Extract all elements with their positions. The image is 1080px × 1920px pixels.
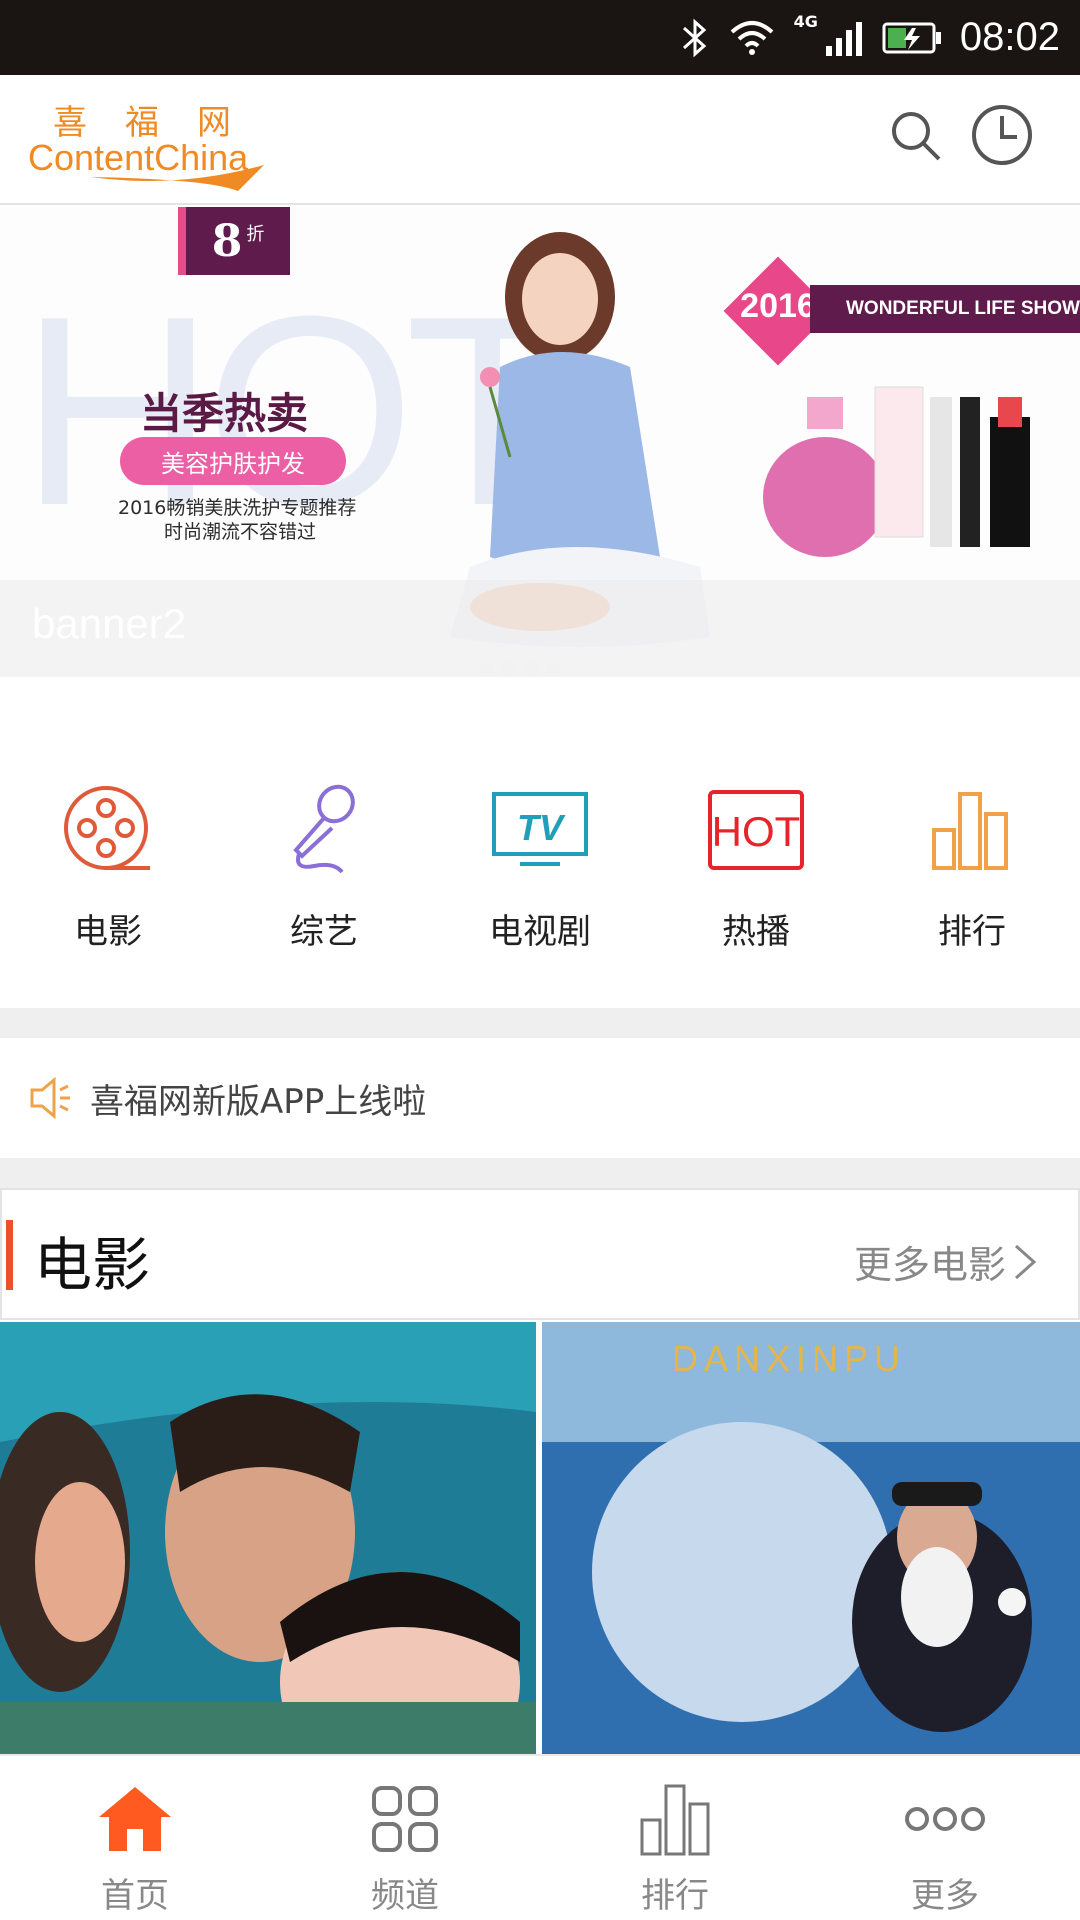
carousel-dot[interactable]	[524, 662, 538, 676]
cosmetics-products-illustration	[763, 386, 1030, 557]
tv-icon: TV	[492, 792, 588, 866]
brand-logo[interactable]: 喜福网 ContentChina	[28, 95, 278, 191]
movie-poster[interactable]	[0, 1322, 536, 1754]
tab-label: 频道	[371, 1876, 439, 1916]
movie-poster-grid: DANXINPU	[0, 1322, 1080, 1754]
chevron-right-icon	[1015, 1244, 1037, 1279]
home-icon	[99, 1787, 171, 1851]
category-label: 热播	[722, 912, 790, 952]
section-divider	[0, 1008, 1080, 1038]
carousel-dot[interactable]	[546, 662, 560, 676]
tab-ranking[interactable]: 排行	[540, 1756, 810, 1920]
category-movie[interactable]: 电影	[0, 740, 216, 990]
banner-subtitle-2: 时尚潮流不容错过	[164, 521, 317, 543]
bottom-tab-bar: 首页 频道 排行 更多	[0, 1754, 1080, 1920]
banner-caption: banner2	[32, 600, 187, 647]
ranking-bars-icon	[932, 792, 1008, 870]
more-movies-label: 更多电影	[853, 1243, 1006, 1287]
tab-label: 首页	[101, 1876, 169, 1916]
bluetooth-icon	[682, 18, 706, 57]
banner-show-tagline: WONDERFUL LIFE SHOW	[810, 285, 1080, 333]
banner-category-pill: 美容护肤护发	[120, 437, 346, 485]
history-button[interactable]	[967, 100, 1037, 170]
app-screen: 4G 08:02 喜福网 ContentChina HOT 8 折 当季热卖 美…	[0, 0, 1080, 1920]
carousel-dot[interactable]	[480, 662, 494, 676]
section-title: 电影	[34, 1231, 151, 1299]
movie-section-header: 电影 更多电影	[0, 1188, 1080, 1320]
category-hot[interactable]: HOT 热播	[648, 740, 864, 990]
tab-home[interactable]: 首页	[0, 1756, 270, 1920]
app-header: 喜福网 ContentChina	[0, 75, 1080, 205]
svg-text:TV: TV	[517, 807, 566, 848]
grid-icon	[372, 1786, 438, 1852]
section-divider	[0, 1158, 1080, 1188]
banner-title: 当季热卖	[140, 389, 309, 438]
poster-image	[542, 1322, 1080, 1754]
carousel-dot[interactable]	[502, 662, 516, 676]
search-button[interactable]	[880, 100, 950, 170]
poster-image	[0, 1322, 536, 1754]
category-grid: 电影 综艺 TV 电视剧 HOT 热播 排行	[0, 740, 1080, 990]
category-label: 电视剧	[489, 912, 591, 952]
bar-chart-icon	[640, 1784, 710, 1856]
more-movies-link[interactable]: 更多电影	[854, 1234, 1038, 1289]
discount-unit: 折	[246, 224, 265, 245]
tab-label: 排行	[641, 1876, 709, 1916]
category-label: 电影	[74, 912, 142, 952]
speaker-icon	[30, 1076, 70, 1120]
logo-swoosh-icon	[90, 165, 264, 191]
clock-history-icon	[972, 105, 1032, 165]
banner-subtitle-1: 2016畅销美肤洗护专题推荐	[118, 497, 357, 519]
wifi-icon	[730, 20, 773, 55]
discount-badge: 8 折	[178, 207, 290, 275]
announcement-text: 喜福网新版APP上线啦	[90, 1081, 427, 1122]
section-accent-bar	[6, 1220, 13, 1290]
promo-banner[interactable]: HOT 8 折 当季热卖 美容护肤护发 2016畅销美肤洗护专题推荐 时尚潮流不…	[0, 207, 1080, 677]
hot-icon: HOT	[708, 790, 804, 870]
signal-icon	[825, 21, 862, 56]
network-type-label: 4G	[793, 12, 818, 31]
tab-channels[interactable]: 频道	[270, 1756, 540, 1920]
announcement-bar[interactable]: 喜福网新版APP上线啦	[0, 1038, 1080, 1158]
category-variety[interactable]: 综艺	[216, 740, 432, 990]
category-tv-series[interactable]: TV 电视剧	[432, 740, 648, 990]
category-ranking[interactable]: 排行	[864, 740, 1080, 990]
category-label: 排行	[938, 912, 1006, 952]
battery-charging-icon	[882, 22, 941, 53]
discount-number: 8	[211, 215, 243, 267]
carousel-indicator	[480, 662, 560, 676]
tab-label: 更多	[911, 1876, 979, 1916]
microphone-icon	[293, 784, 355, 874]
svg-text:HOT: HOT	[712, 808, 801, 855]
movie-poster[interactable]: DANXINPU	[542, 1322, 1080, 1754]
status-bar: 4G 08:02	[0, 0, 1080, 75]
category-label: 综艺	[290, 912, 358, 952]
tab-more[interactable]: 更多	[810, 1756, 1080, 1920]
film-reel-icon	[64, 786, 150, 870]
clock-time: 08:02	[959, 15, 1060, 59]
more-dots-icon	[905, 1807, 985, 1831]
search-icon	[892, 112, 941, 161]
poster-title: DANXINPU	[672, 1338, 907, 1379]
